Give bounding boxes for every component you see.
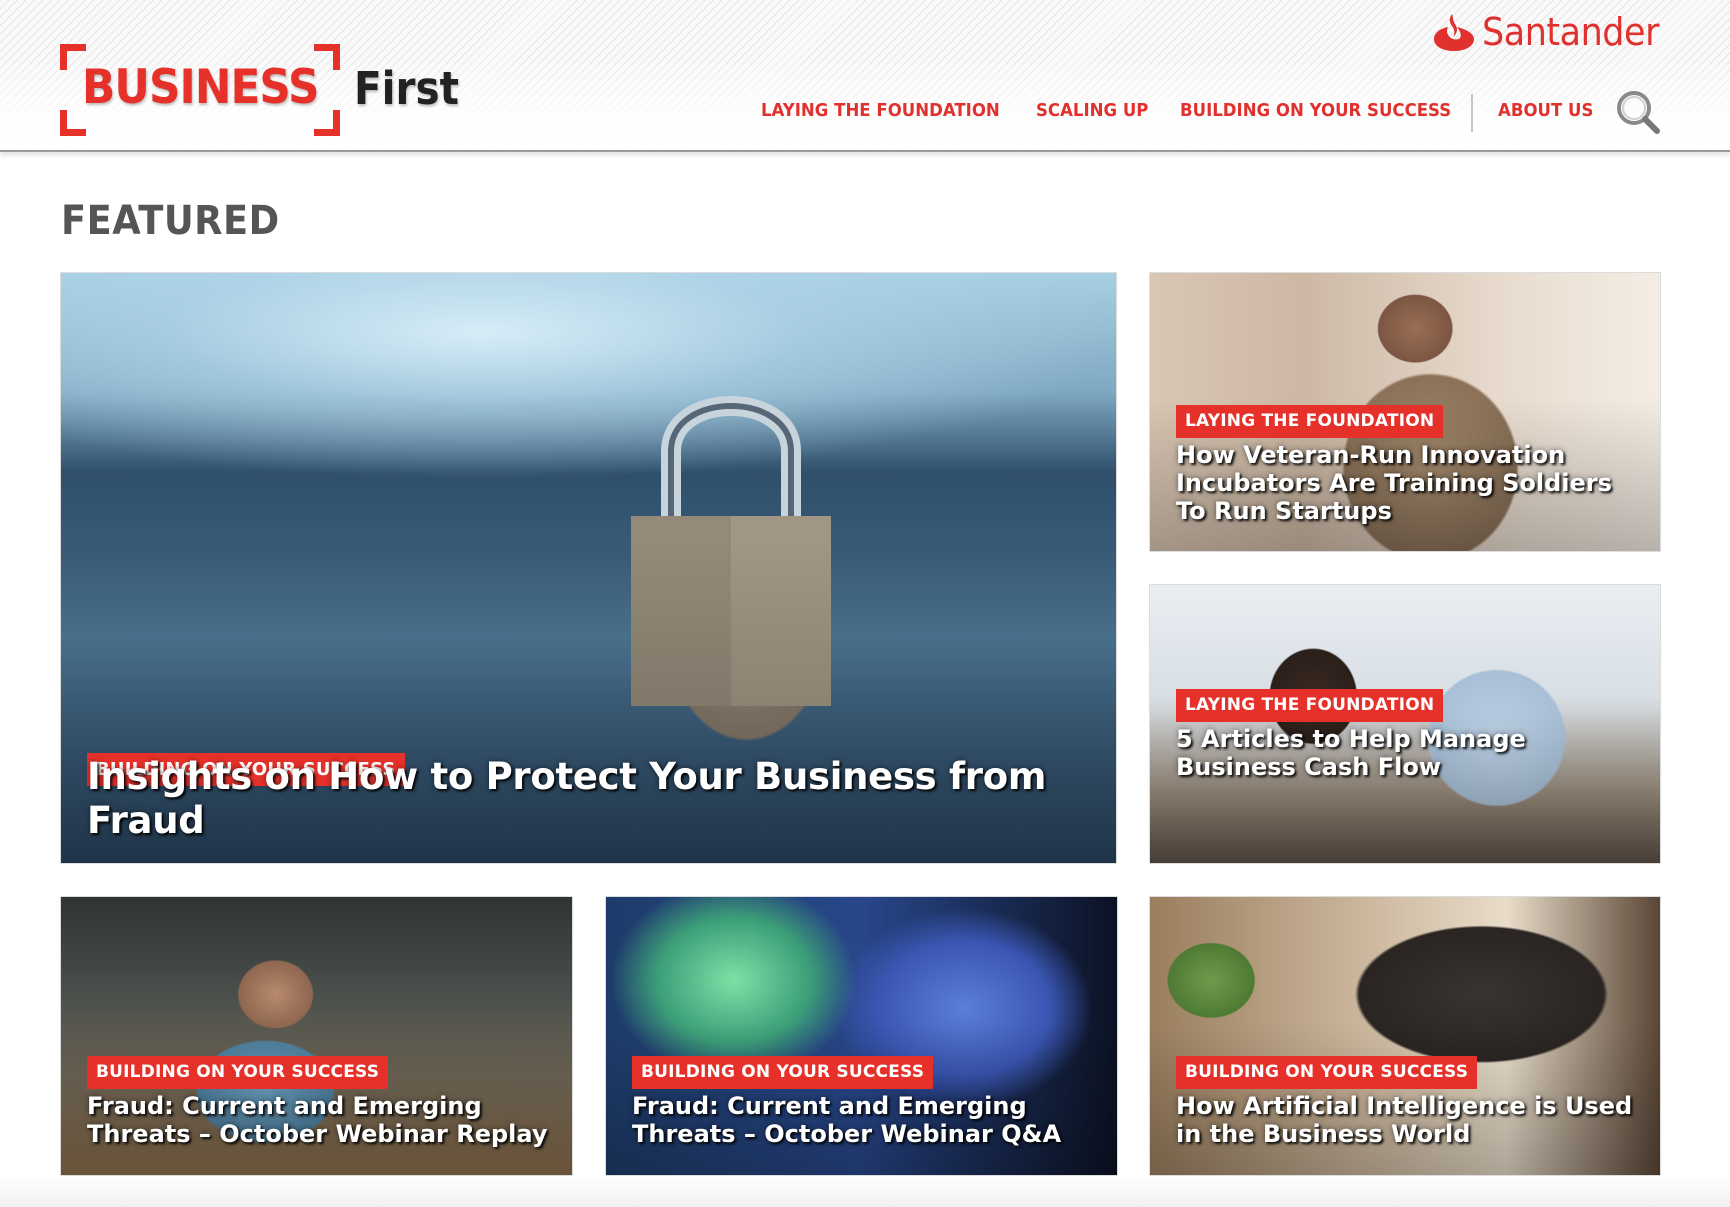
card-title[interactable]: Fraud: Current and Emerging Threats – Oc… — [632, 1092, 1093, 1148]
card-title[interactable]: Fraud: Current and Emerging Threats – Oc… — [87, 1092, 548, 1148]
card-title[interactable]: 5 Articles to Help Manage Business Cash … — [1176, 725, 1636, 781]
santander-logo[interactable]: Santander — [1432, 10, 1674, 54]
featured-heading: FEATURED — [61, 198, 280, 244]
santander-flame-icon — [1434, 14, 1474, 51]
category-tag[interactable]: BUILDING ON YOUR SUCCESS — [1176, 1056, 1478, 1089]
category-tag[interactable]: LAYING THE FOUNDATION — [1176, 405, 1444, 438]
featured-card[interactable]: BUILDING ON YOUR SUCCESS Fraud: Current … — [605, 896, 1118, 1176]
nav-divider — [1471, 94, 1473, 132]
featured-card[interactable]: LAYING THE FOUNDATION How Veteran-Run In… — [1149, 272, 1661, 552]
search-icon[interactable] — [1614, 88, 1662, 136]
page-bottom-fade — [0, 1176, 1730, 1207]
card-title[interactable]: Insights on How to Protect Your Business… — [87, 755, 1096, 843]
featured-card-main[interactable]: BUILDING ON YOUR SUCCESS Insights on How… — [60, 272, 1117, 864]
category-tag[interactable]: BUILDING ON YOUR SUCCESS — [632, 1056, 934, 1089]
business-first-logo[interactable]: BUSINESS First — [60, 44, 480, 136]
featured-card[interactable]: LAYING THE FOUNDATION 5 Articles to Help… — [1149, 584, 1661, 864]
nav-laying-the-foundation[interactable]: LAYING THE FOUNDATION — [761, 100, 1000, 121]
card-title[interactable]: How Veteran-Run Innovation Incubators Ar… — [1176, 441, 1636, 525]
featured-card[interactable]: BUILDING ON YOUR SUCCESS Fraud: Current … — [60, 896, 573, 1176]
category-tag[interactable]: LAYING THE FOUNDATION — [1176, 689, 1444, 722]
nav-building-on-your-success[interactable]: BUILDING ON YOUR SUCCESS — [1180, 100, 1451, 121]
card-title[interactable]: How Artificial Intelligence is Used in t… — [1176, 1092, 1636, 1148]
category-tag[interactable]: BUILDING ON YOUR SUCCESS — [87, 1056, 389, 1089]
santander-wordmark: Santander — [1482, 10, 1659, 54]
nav-about-us[interactable]: ABOUT US — [1498, 100, 1593, 121]
nav-scaling-up[interactable]: SCALING UP — [1036, 100, 1148, 121]
featured-card[interactable]: BUILDING ON YOUR SUCCESS How Artificial … — [1149, 896, 1661, 1176]
logo-business-text: BUSINESS — [82, 60, 319, 115]
logo-first-text: First — [354, 62, 459, 115]
